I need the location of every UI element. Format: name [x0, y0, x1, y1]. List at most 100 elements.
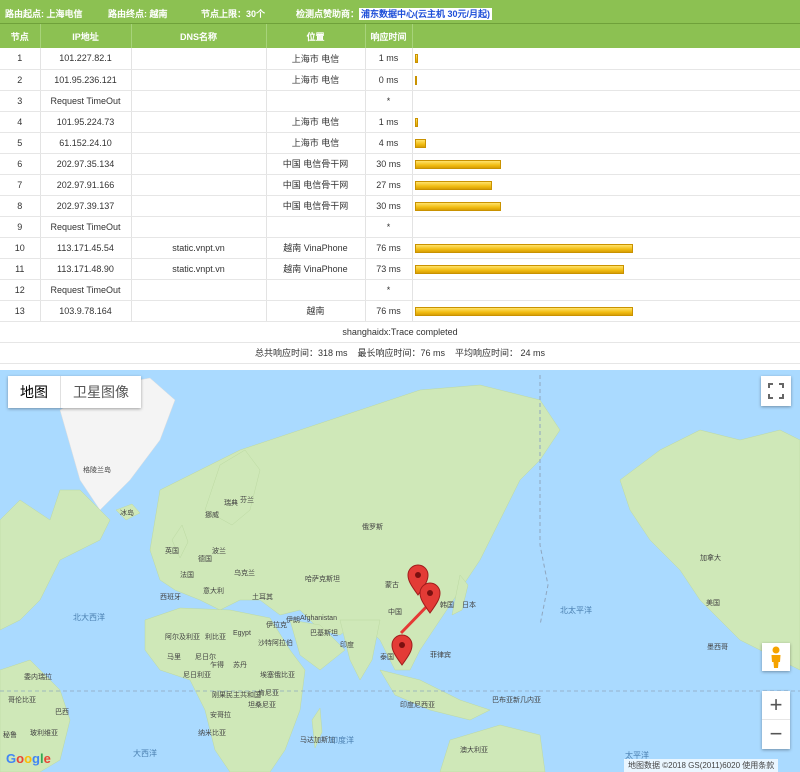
route-map[interactable]: 格陵兰岛 冰岛 挪威 芬兰 瑞典 俄罗斯 英国 德国 波兰 乌克兰 法国 西班牙…	[0, 370, 800, 772]
ip-cell: 103.9.78.164	[40, 300, 132, 322]
location-cell	[266, 90, 366, 112]
label-spain: 西班牙	[160, 594, 181, 601]
route-destination: 路由终点: 越南	[108, 9, 168, 19]
response-bar	[414, 264, 624, 274]
label-ethiopia: 埃塞俄比亚	[260, 672, 295, 679]
response-bar	[414, 159, 501, 169]
label-north-atlantic: 北大西洋	[73, 613, 105, 622]
dns-cell	[131, 174, 267, 196]
table-row: 4 101.95.224.73 上海市 电信 1 ms	[0, 111, 800, 133]
label-angola: 安哥拉	[210, 712, 231, 719]
map-attribution[interactable]: 地图数据 ©2018 GS(2011)6020 使用条款	[624, 759, 779, 772]
dns-cell	[131, 48, 267, 70]
label-indian-ocean: 印度洋	[330, 736, 354, 745]
street-view-pegman[interactable]	[762, 643, 790, 671]
label-iran: 伊朗	[286, 617, 300, 624]
ip-cell: 202.97.39.137	[40, 195, 132, 217]
label-atlantic: 大西洋	[133, 749, 157, 758]
location-cell	[266, 216, 366, 238]
table-row: 11 113.171.48.90 static.vnpt.vn 越南 VinaPhon…	[0, 258, 800, 280]
response-bar-cell	[412, 111, 800, 133]
response-time-cell: *	[365, 90, 413, 112]
map-type-control: 地图 卫星图像	[8, 376, 141, 408]
sponsor-link[interactable]: 浦东数据中心(云主机 30元/月起)	[359, 8, 493, 20]
label-greenland: 格陵兰岛	[83, 467, 111, 474]
response-time-cell: 1 ms	[365, 111, 413, 133]
response-time-cell: 0 ms	[365, 69, 413, 91]
table-row: 6 202.97.35.134 中国 电信骨干网 30 ms	[0, 153, 800, 175]
label-thailand: 泰国	[380, 654, 394, 661]
fullscreen-button[interactable]	[761, 376, 791, 406]
response-bar-cell	[412, 48, 800, 70]
response-time-cell: 4 ms	[365, 132, 413, 154]
north-america-shape	[619, 429, 800, 671]
hop-cell: 11	[0, 258, 41, 280]
dns-cell	[131, 90, 267, 112]
label-norway: 挪威	[205, 512, 219, 519]
hop-cell: 6	[0, 153, 41, 175]
column-header-dns: DNS名称	[131, 24, 267, 48]
table-row: 8 202.97.39.137 中国 电信骨干网 30 ms	[0, 195, 800, 217]
dns-cell	[131, 300, 267, 322]
zoom-in-button[interactable]: +	[762, 691, 790, 720]
hop-cell: 8	[0, 195, 41, 217]
ip-cell: 202.97.35.134	[40, 153, 132, 175]
response-time-cell: 76 ms	[365, 237, 413, 259]
ip-cell: Request TimeOut	[40, 90, 132, 112]
google-logo[interactable]: Google	[6, 751, 51, 766]
hop-cell: 1	[0, 48, 41, 70]
label-chad: 乍得	[210, 662, 224, 669]
label-ukraine: 乌克兰	[234, 570, 255, 577]
location-cell: 上海市 电信	[266, 48, 366, 70]
response-bar-cell	[412, 237, 800, 259]
response-time-cell: 30 ms	[365, 195, 413, 217]
hop-cell: 7	[0, 174, 41, 196]
zoom-out-button[interactable]: −	[762, 720, 790, 749]
label-peru: 秘鲁	[3, 732, 17, 739]
hop-cell: 9	[0, 216, 41, 238]
location-cell	[266, 279, 366, 301]
dns-cell: static.vnpt.vn	[131, 237, 267, 259]
label-afghanistan: Afghanistan	[300, 615, 337, 622]
trace-status: shanghaidx:Trace completed	[0, 321, 800, 343]
column-header-bar	[412, 24, 800, 48]
fullscreen-icon	[768, 383, 784, 399]
ip-cell: 101.227.82.1	[40, 48, 132, 70]
label-colombia: 哥伦比亚	[8, 697, 36, 704]
label-brazil: 巴西	[55, 709, 69, 716]
label-mali: 马里	[167, 654, 181, 661]
dns-cell	[131, 69, 267, 91]
traceroute-table: 节点 IP地址 DNS名称 位置 响应时间 1 101.227.82.1 上海市 电…	[0, 24, 800, 364]
label-russia: 俄罗斯	[362, 524, 383, 531]
label-canada: 加拿大	[700, 555, 721, 562]
label-kazakhstan: 哈萨克斯坦	[305, 576, 340, 583]
label-drc: 刚果民主共和国	[212, 692, 261, 699]
route-info-bar: 路由起点: 上海电信 路由终点: 越南 节点上限：30个 检测点赞助商： 浦东数据…	[0, 0, 800, 24]
location-cell: 中国 电信骨干网	[266, 195, 366, 217]
ip-cell: 202.97.91.166	[40, 174, 132, 196]
table-row: 2 101.95.236.121 上海市 电信 0 ms	[0, 69, 800, 91]
label-poland: 波兰	[212, 548, 226, 555]
satellite-view-button[interactable]: 卫星图像	[60, 376, 141, 408]
hop-cell: 5	[0, 132, 41, 154]
label-india: 印度	[340, 642, 354, 649]
response-bar-cell	[412, 195, 800, 217]
label-korea: 韩国	[440, 602, 454, 609]
location-cell: 上海市 电信	[266, 69, 366, 91]
label-france: 法国	[180, 572, 194, 579]
label-sweden: 瑞典	[224, 500, 238, 507]
label-sudan: 苏丹	[233, 662, 247, 669]
sponsor-prefix: 检测点赞助商：	[296, 9, 360, 19]
dns-cell	[131, 132, 267, 154]
response-bar-cell	[412, 279, 800, 301]
map-view-button[interactable]: 地图	[8, 376, 60, 408]
label-australia: 澳大利亚	[460, 747, 488, 754]
label-egypt: Egypt	[233, 630, 251, 637]
dns-cell	[131, 279, 267, 301]
response-bar-cell	[412, 300, 800, 322]
table-row: 10 113.171.45.54 static.vnpt.vn 越南 VinaPhon…	[0, 237, 800, 259]
trace-summary: 总共响应时间：318 ms 最长响应时间：76 ms 平均响应时间： 24 ms	[0, 342, 800, 364]
label-north-pacific: 北太平洋	[560, 606, 592, 615]
column-header-location: 位置	[266, 24, 366, 48]
table-row: 3 Request TimeOut *	[0, 90, 800, 112]
